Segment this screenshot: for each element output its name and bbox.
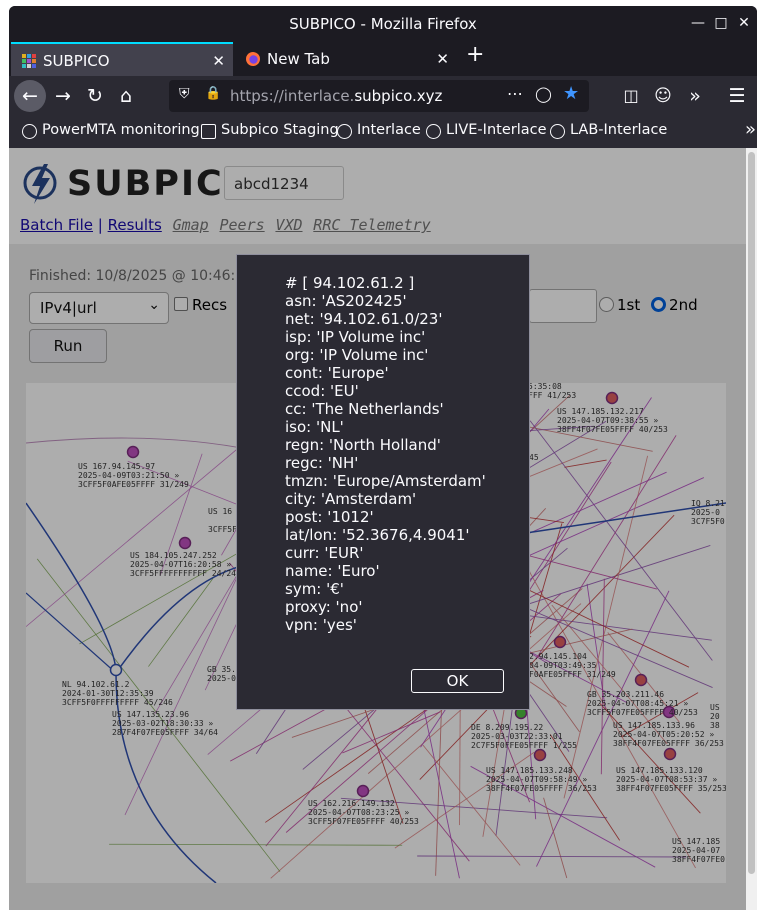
ip-info-line: cont: 'Europe' xyxy=(285,364,389,382)
subpico-page: SUBPICO abcd1234 Batch File | Results Gm… xyxy=(9,148,746,910)
bookmark-lab-interlace[interactable]: LAB-Interlace xyxy=(550,122,668,139)
bookmarks-overflow-icon[interactable]: » xyxy=(725,119,756,140)
bookmark-label: LAB-Interlace xyxy=(570,122,668,138)
minimize-icon[interactable]: — xyxy=(689,14,707,32)
ip-info-line: regn: 'North Holland' xyxy=(285,436,441,454)
tab-label: SUBPICO xyxy=(43,52,110,70)
ok-button[interactable]: OK xyxy=(411,669,504,693)
bookmark-star-icon[interactable]: ★ xyxy=(563,83,579,104)
ip-info-line: city: 'Amsterdam' xyxy=(285,490,417,508)
bookmark-powermta[interactable]: PowerMTA monitoring xyxy=(22,122,200,139)
bookmark-label: Subpico Staging xyxy=(221,122,339,138)
sidebar-icon[interactable]: ◫ xyxy=(615,80,647,112)
ip-info-line: org: 'IP Volume inc' xyxy=(285,346,429,364)
maximize-icon[interactable]: □ xyxy=(712,14,730,32)
tab-close-icon[interactable]: ✕ xyxy=(212,44,225,78)
tab-close-icon[interactable]: ✕ xyxy=(436,42,449,76)
bookmark-subpico-staging[interactable]: Subpico Staging xyxy=(201,122,339,139)
browser-window: SUBPICO - Mozilla Firefox — □ ✕ SUBPICO … xyxy=(9,6,757,910)
scrollbar-thumb[interactable] xyxy=(748,152,755,874)
ip-info-line: cc: 'The Netherlands' xyxy=(285,400,444,418)
page-scrollbar[interactable] xyxy=(746,148,757,910)
navigation-bar: ← → ↻ ⌂ ⛨ 🔒 https://interlace.subpico.xy… xyxy=(9,76,757,118)
ip-info-line: post: '1012' xyxy=(285,508,374,526)
forward-arrow-icon[interactable]: → xyxy=(47,80,79,112)
shield-icon[interactable]: ⛨ xyxy=(179,86,190,102)
bookmark-label: PowerMTA monitoring xyxy=(42,122,200,138)
title-bar: SUBPICO - Mozilla Firefox — □ ✕ xyxy=(9,6,757,40)
url-bar[interactable]: ⛨ 🔒 https://interlace.subpico.xyz ⋯ ◯ ★ xyxy=(169,80,589,112)
globe-icon xyxy=(426,124,441,139)
globe-icon xyxy=(337,124,352,139)
bookmark-interlace[interactable]: Interlace xyxy=(337,122,421,139)
url-prefix: https://interlace. xyxy=(230,87,355,105)
subpico-favicon-icon xyxy=(22,54,36,68)
ip-info-line: asn: 'AS202425' xyxy=(285,292,407,310)
new-tab-icon[interactable]: + xyxy=(466,42,484,67)
tab-new-tab[interactable]: New Tab ✕ xyxy=(235,42,457,76)
page-content: SUBPICO abcd1234 Batch File | Results Gm… xyxy=(9,148,757,910)
account-icon[interactable]: ☺ xyxy=(647,80,679,112)
bookmarks-bar: PowerMTA monitoring Subpico Staging Inte… xyxy=(9,118,757,148)
ip-info-line: # [ 94.102.61.2 ] xyxy=(285,274,415,292)
window-title: SUBPICO - Mozilla Firefox xyxy=(289,15,477,33)
url-domain: subpico.xyz xyxy=(354,87,443,105)
tab-label: New Tab xyxy=(267,50,330,68)
ip-info-line: sym: '€' xyxy=(285,580,344,598)
ip-info-line: tmzn: 'Europe/Amsterdam' xyxy=(285,472,486,490)
ip-info-line: iso: 'NL' xyxy=(285,418,344,436)
ip-info-line: isp: 'IP Volume inc' xyxy=(285,328,426,346)
ip-info-text: # [ 94.102.61.2 ] asn: 'AS202425' net: '94… xyxy=(285,274,486,634)
globe-icon xyxy=(22,124,37,139)
tab-subpico[interactable]: SUBPICO ✕ xyxy=(11,42,233,76)
lock-icon[interactable]: 🔒 xyxy=(205,86,221,101)
bookmark-label: LIVE-Interlace xyxy=(446,122,547,138)
ip-info-line: curr: 'EUR' xyxy=(285,544,364,562)
home-icon[interactable]: ⌂ xyxy=(110,80,142,112)
ip-info-dialog: # [ 94.102.61.2 ] asn: 'AS202425' net: '94… xyxy=(236,254,530,710)
menu-icon[interactable]: ☰ xyxy=(721,80,753,112)
ip-info-line: net: '94.102.61.0/23' xyxy=(285,310,443,328)
ip-info-line: regc: 'NH' xyxy=(285,454,359,472)
reload-icon[interactable]: ↻ xyxy=(79,80,111,112)
ip-info-line: proxy: 'no' xyxy=(285,598,363,616)
ip-info-line: vpn: 'yes' xyxy=(285,616,357,634)
back-arrow-icon[interactable]: ← xyxy=(14,80,46,112)
ip-info-line: lat/lon: '52.3676,4.9041' xyxy=(285,526,470,544)
overflow-chevrons-icon[interactable]: » xyxy=(679,80,711,112)
firefox-icon xyxy=(246,52,260,66)
page-actions-icon[interactable]: ⋯ xyxy=(507,84,523,103)
bookmark-live-interlace[interactable]: LIVE-Interlace xyxy=(426,122,547,139)
pocket-icon[interactable]: ◯ xyxy=(535,85,552,103)
bookmark-label: Interlace xyxy=(357,122,421,138)
ip-info-line: ccod: 'EU' xyxy=(285,382,359,400)
subpico-icon xyxy=(201,124,216,139)
tab-bar: SUBPICO ✕ New Tab ✕ + xyxy=(9,40,757,76)
globe-icon xyxy=(550,124,565,139)
close-icon[interactable]: ✕ xyxy=(735,14,753,32)
ip-info-line: name: 'Euro' xyxy=(285,562,380,580)
